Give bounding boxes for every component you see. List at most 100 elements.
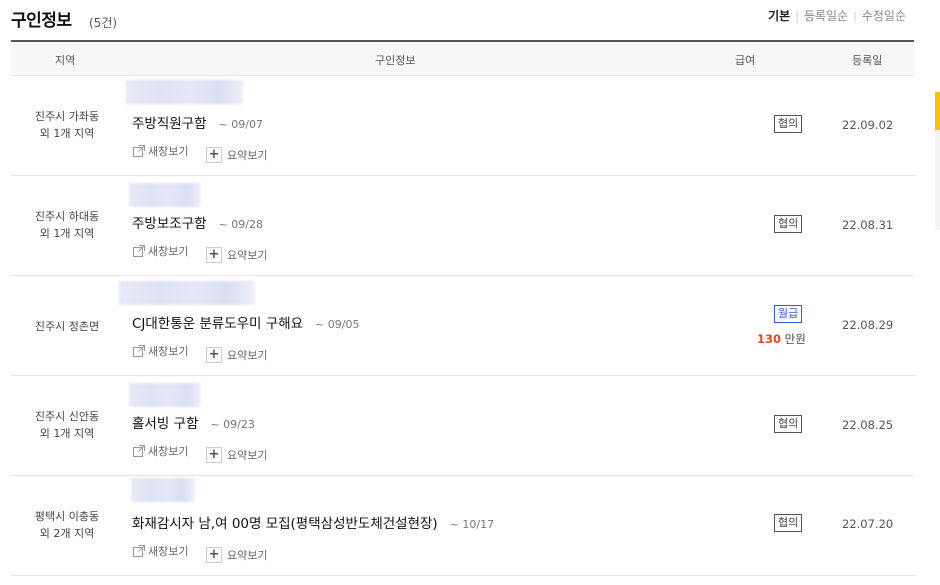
salary-number: 130 — [757, 332, 782, 346]
pay-badge: 월급 — [774, 305, 803, 323]
region-extra: 외 2개 지역 — [39, 527, 95, 540]
salary-unit: 만원 — [784, 332, 806, 346]
region-cell: 진주시 가좌동 외 1개 지역 — [11, 108, 123, 142]
column-header-region: 지역 — [55, 54, 76, 67]
new-window-link[interactable]: 새창보기 — [132, 143, 188, 159]
job-title: 주방보조구함 — [132, 216, 207, 232]
external-link-icon — [133, 145, 145, 157]
new-window-label: 새창보기 — [148, 145, 189, 158]
summary-toggle[interactable]: + 요약보기 — [205, 547, 268, 563]
deadline: ~ 09/28 — [218, 218, 263, 231]
sort-options: 기본 | 등록일순 | 수정일순 — [768, 7, 906, 24]
scrollbar[interactable] — [935, 92, 940, 230]
summary-toggle[interactable]: + 요약보기 — [205, 247, 268, 263]
new-window-link[interactable]: 새창보기 — [132, 243, 188, 259]
registered-date: 22.08.29 — [842, 318, 894, 332]
result-count: (5건) — [89, 16, 118, 30]
deadline: ~ 09/07 — [218, 118, 263, 131]
region-primary: 평택시 이충동 — [34, 510, 100, 523]
registered-date: 22.07.20 — [842, 517, 894, 531]
new-window-link[interactable]: 새창보기 — [132, 443, 188, 459]
column-header-pay: 급여 — [735, 54, 756, 67]
region-primary: 진주시 가좌동 — [34, 110, 100, 123]
company-name-blurred — [129, 183, 201, 207]
external-link-icon — [133, 345, 145, 357]
job-title: 주방직원구함 — [132, 116, 207, 132]
row-actions: 새창보기 + 요약보기 — [132, 243, 281, 263]
region-cell: 진주시 신안동 외 1개 지역 — [11, 408, 123, 442]
plus-icon: + — [205, 347, 222, 363]
table-row: 진주시 정촌면 CJ대한통운 분류도우미 구해요 ~ 09/05 새창보기 + 요… — [11, 276, 914, 376]
pay-badge: 협의 — [774, 115, 803, 133]
plus-icon: + — [205, 247, 222, 263]
new-window-label: 새창보기 — [148, 445, 189, 458]
new-window-label: 새창보기 — [148, 545, 189, 558]
job-title-link[interactable]: CJ대한통운 분류도우미 구해요 ~ 09/05 — [132, 312, 359, 332]
summary-label: 요약보기 — [226, 349, 268, 362]
region-extra: 외 1개 지역 — [39, 427, 95, 440]
company-name-blurred — [129, 383, 201, 407]
row-actions: 새창보기 + 요약보기 — [132, 143, 281, 163]
company-name-blurred — [126, 80, 243, 104]
external-link-icon — [133, 245, 145, 257]
registered-date: 22.08.25 — [842, 418, 894, 432]
external-link-icon — [133, 445, 145, 457]
column-header-date: 등록일 — [852, 54, 883, 67]
sort-by-modified[interactable]: 수정일순 — [862, 9, 906, 23]
job-title-link[interactable]: 주방직원구함 ~ 09/07 — [132, 112, 263, 132]
sort-divider: | — [853, 10, 857, 23]
plus-icon: + — [205, 547, 222, 563]
job-title-link[interactable]: 화재감시자 남,여 00명 모집(평택삼성반도체건설현장) ~ 10/17 — [132, 512, 494, 532]
summary-toggle[interactable]: + 요약보기 — [205, 347, 268, 363]
region-primary: 진주시 신안동 — [34, 410, 100, 423]
summary-label: 요약보기 — [226, 249, 268, 262]
region-extra: 외 1개 지역 — [39, 227, 95, 240]
table-row: 진주시 신안동 외 1개 지역 홀서빙 구함 ~ 09/23 새창보기 + 요약보… — [11, 376, 914, 476]
page-header: 구인정보 (5건) 기본 | 등록일순 | 수정일순 — [11, 0, 914, 42]
external-link-icon — [133, 545, 145, 557]
sort-default[interactable]: 기본 — [768, 9, 790, 23]
region-primary: 진주시 정촌면 — [34, 320, 100, 333]
region-cell: 진주시 정촌면 — [11, 318, 123, 335]
page-title: 구인정보 — [11, 11, 72, 31]
table-row: 평택시 이충동 외 2개 지역 화재감시자 남,여 00명 모집(평택삼성반도체… — [11, 476, 914, 576]
new-window-link[interactable]: 새창보기 — [132, 343, 188, 359]
summary-label: 요약보기 — [226, 149, 268, 162]
pay-badge: 협의 — [774, 514, 803, 532]
job-title-link[interactable]: 주방보조구함 ~ 09/28 — [132, 212, 263, 232]
registered-date: 22.09.02 — [842, 118, 894, 132]
summary-label: 요약보기 — [226, 549, 268, 562]
plus-icon: + — [205, 147, 222, 163]
new-window-label: 새창보기 — [148, 345, 189, 358]
deadline: ~ 09/05 — [315, 318, 360, 331]
table-row: 진주시 가좌동 외 1개 지역 주방직원구함 ~ 09/07 새창보기 + 요약보… — [11, 76, 914, 176]
row-actions: 새창보기 + 요약보기 — [132, 543, 281, 563]
company-name-blurred — [119, 281, 255, 305]
scrollbar-thumb[interactable] — [935, 92, 940, 130]
job-title: 화재감시자 남,여 00명 모집(평택삼성반도체건설현장) — [132, 516, 438, 532]
registered-date: 22.08.31 — [842, 218, 894, 232]
job-title: 홀서빙 구함 — [132, 416, 199, 432]
new-window-link[interactable]: 새창보기 — [132, 543, 188, 559]
region-cell: 평택시 이충동 외 2개 지역 — [11, 508, 123, 542]
summary-label: 요약보기 — [226, 449, 268, 462]
deadline: ~ 10/17 — [449, 518, 495, 531]
region-extra: 외 1개 지역 — [39, 127, 95, 140]
sort-divider: | — [795, 10, 799, 23]
table-row: 진주시 하대동 외 1개 지역 주방보조구함 ~ 09/28 새창보기 + 요약보… — [11, 176, 914, 276]
row-actions: 새창보기 + 요약보기 — [132, 343, 281, 363]
job-title-link[interactable]: 홀서빙 구함 ~ 09/23 — [132, 412, 255, 432]
region-cell: 진주시 하대동 외 1개 지역 — [11, 208, 123, 242]
deadline: ~ 09/23 — [210, 418, 255, 431]
salary-amount: 130 만원 — [757, 331, 806, 347]
pay-badge: 협의 — [774, 415, 803, 433]
pay-badge: 협의 — [774, 215, 803, 233]
table-header: 지역 구인정보 급여 등록일 — [11, 42, 914, 76]
new-window-label: 새창보기 — [148, 245, 189, 258]
region-primary: 진주시 하대동 — [34, 210, 100, 223]
summary-toggle[interactable]: + 요약보기 — [205, 447, 268, 463]
sort-by-registered[interactable]: 등록일순 — [804, 9, 848, 23]
summary-toggle[interactable]: + 요약보기 — [205, 147, 268, 163]
plus-icon: + — [205, 447, 222, 463]
row-actions: 새창보기 + 요약보기 — [132, 443, 281, 463]
